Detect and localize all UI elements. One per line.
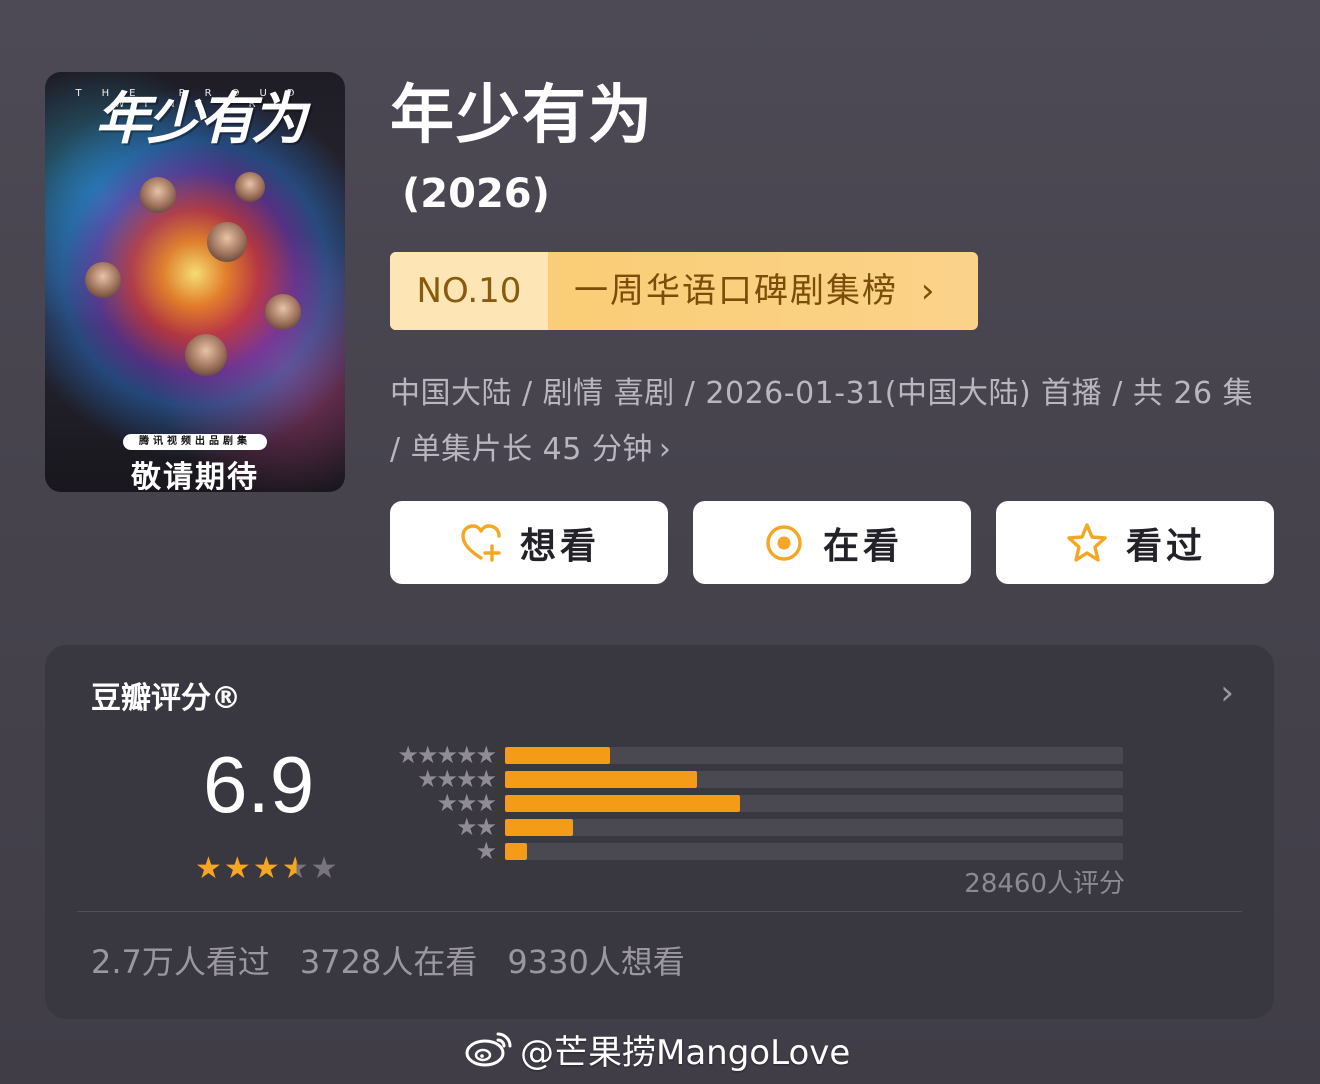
watched-count: 2.7万人看过 [91, 943, 270, 981]
rating-distribution-row: ★★★★ [383, 765, 1173, 793]
half-star-icon: ★ [281, 851, 311, 886]
chevron-right-icon: › [920, 271, 937, 311]
rating-bar-track [505, 771, 1123, 788]
wish-button-label: 想看 [519, 525, 600, 567]
poster-badge: 腾讯视频出品剧集 [123, 434, 267, 450]
rating-bar-fill [505, 747, 610, 764]
star-outline-icon [1067, 522, 1107, 562]
chevron-right-icon[interactable]: › [1220, 673, 1234, 713]
rating-distribution-row: ★ [383, 837, 1173, 865]
rating-panel[interactable]: 豆瓣评分® › 6.9 ★★★★★ ★★★★★ ★★★★ ★★★ ★★ ★ 28460人… [45, 645, 1274, 1019]
poster-image[interactable]: THE PROUD WINNER 年少有为 腾讯视频出品剧集 敬请期待 [45, 72, 345, 492]
ranking-banner[interactable]: NO.10 一周华语口碑剧集榜 › [390, 252, 978, 330]
rating-bar-fill [505, 771, 697, 788]
heart-plus-icon [461, 523, 501, 562]
chevron-right-icon: › [658, 432, 672, 467]
ranking-label: 一周华语口碑剧集榜 › [548, 252, 978, 330]
watermark-text: @芒果捞MangoLove [520, 1032, 851, 1073]
poster-tagline: 敬请期待 [131, 460, 259, 492]
ranking-label-text: 一周华语口碑剧集榜 [574, 271, 898, 311]
watching-count: 3728人在看 [299, 943, 478, 981]
star-icon: ★ [252, 851, 282, 886]
weibo-icon [465, 1032, 512, 1067]
star-icon: ★ [195, 851, 224, 886]
rating-bar-fill [505, 843, 527, 860]
rating-bar-track [505, 795, 1123, 812]
show-year: (2026) [402, 171, 550, 217]
watching-button[interactable]: 在看 [693, 501, 971, 584]
rating-bar-fill [505, 795, 740, 812]
rating-count: 28460人评分 [964, 869, 1125, 899]
rating-title: 豆瓣评分® [91, 681, 241, 716]
watermark: @芒果捞MangoLove [464, 1024, 850, 1074]
empty-star-icon: ★ [310, 851, 340, 886]
rating-distribution-row: ★★ [383, 813, 1173, 841]
watched-button-label: 看过 [1125, 525, 1206, 567]
show-title: 年少有为 [390, 79, 654, 153]
ranking-number: NO.10 [390, 252, 548, 330]
rating-bar-track [505, 843, 1123, 860]
poster-figure [265, 294, 301, 330]
poster-title: 年少有为 [95, 86, 307, 152]
target-circle-icon [766, 524, 802, 561]
star-icon: ★ [223, 851, 253, 886]
poster-figure [140, 177, 176, 213]
watched-button[interactable]: 看过 [996, 501, 1274, 584]
rating-bar-fill [505, 819, 573, 836]
divider [77, 911, 1242, 912]
rating-stats: 2.7万人看过 3728人在看 9330人想看 [91, 937, 685, 983]
rating-bar-track [505, 819, 1123, 836]
rating-score: 6.9 [203, 740, 315, 829]
poster-figure [235, 172, 265, 202]
rating-stars: ★★★★★ [195, 851, 340, 886]
wish-count: 9330人想看 [507, 943, 685, 981]
rating-distribution-row: ★★★ [383, 789, 1173, 817]
wish-button[interactable]: 想看 [390, 501, 668, 584]
poster-figure [85, 262, 121, 298]
rating-distribution-row: ★★★★★ [383, 741, 1173, 769]
watching-button-label: 在看 [822, 525, 903, 567]
show-meta[interactable]: 中国大陆 / 剧情 喜剧 / 2026-01-31(中国大陆) 首播 / 共 2… [390, 366, 1260, 478]
poster-figure [185, 334, 227, 376]
star-level-icon: ★ [475, 837, 496, 865]
poster-figure [207, 222, 247, 262]
rating-bar-track [505, 747, 1123, 764]
show-meta-text: 中国大陆 / 剧情 喜剧 / 2026-01-31(中国大陆) 首播 / 共 2… [390, 376, 1254, 467]
